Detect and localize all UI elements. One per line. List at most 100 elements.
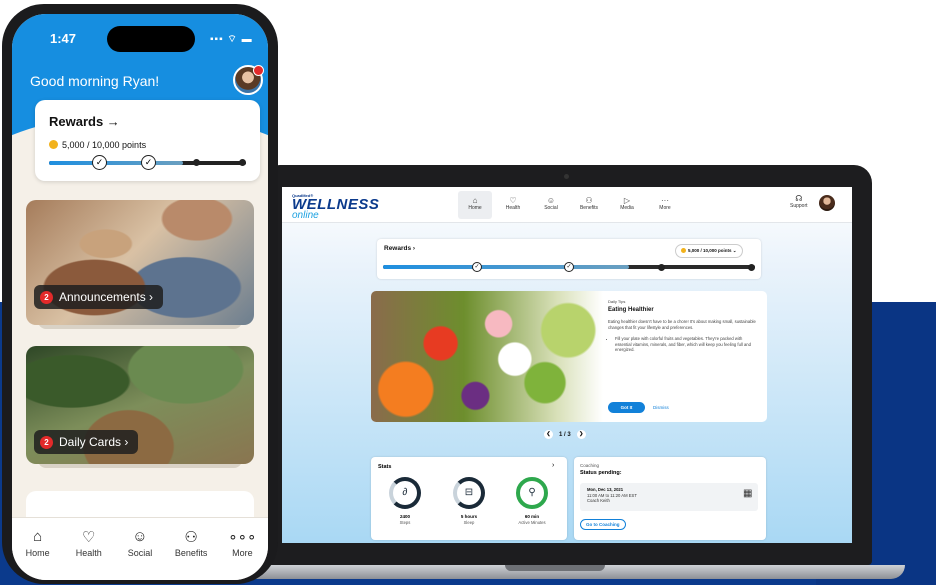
wellness-logo[interactable]: QuadMed® WELLNESS online bbox=[292, 193, 379, 221]
heart-icon: ♡ bbox=[82, 529, 96, 546]
coach-name: Coach Keith bbox=[587, 498, 610, 503]
check-icon: ✓ bbox=[92, 155, 107, 170]
daily-cards-chip[interactable]: 2 Daily Cards › bbox=[34, 430, 139, 454]
points-dropdown[interactable]: 5,000 / 10,000 points ⌄ bbox=[675, 244, 743, 258]
steps-label: Steps bbox=[399, 520, 411, 525]
vegetables-image bbox=[371, 291, 603, 422]
tip-body: Eating healthier doesn't have to be a ch… bbox=[608, 319, 756, 330]
more-icon: ∘∘∘ bbox=[228, 529, 257, 546]
nav-label: Health bbox=[505, 205, 521, 211]
appointment-time: 11:00 AM to 11:20 AM EST bbox=[587, 492, 637, 498]
tab-home[interactable]: ⌂ Home bbox=[15, 528, 61, 580]
laptop-base bbox=[205, 565, 905, 579]
profile-avatar[interactable] bbox=[233, 65, 264, 95]
play-icon: ▷ bbox=[623, 196, 631, 205]
home-icon: ⌂ bbox=[33, 528, 43, 545]
phone-rewards-card[interactable]: Rewards → 5,000 / 10,000 points ✓ ✓ bbox=[35, 100, 260, 181]
page-indicator: 1 / 3 bbox=[559, 431, 571, 438]
tab-benefits[interactable]: ⚇ Benefits bbox=[168, 528, 214, 580]
nav-media[interactable]: ▷ Media bbox=[610, 191, 644, 219]
steps-ring: ∂ bbox=[389, 477, 421, 509]
greeting: Good morning Ryan! bbox=[30, 73, 160, 89]
nav-label: Home bbox=[468, 205, 482, 211]
chevron-right-icon[interactable]: › bbox=[552, 462, 554, 469]
appointment-box: Mon, Dec 13, 2021 11:00 AM to 11:20 AM E… bbox=[580, 483, 758, 511]
nav-home[interactable]: ⌂ Home bbox=[458, 191, 492, 219]
active-value: 60 min bbox=[524, 514, 540, 519]
chevron-left-icon[interactable]: ❮ bbox=[544, 430, 553, 439]
coin-icon bbox=[681, 248, 686, 253]
announcements-chip[interactable]: 2 Announcements › bbox=[34, 285, 164, 309]
coaching-status: Status pending: bbox=[580, 470, 622, 476]
heart-icon: ♡ bbox=[509, 196, 517, 205]
stats-title: Stats bbox=[378, 464, 392, 470]
nav-label: Media bbox=[620, 205, 634, 211]
chevron-right-icon[interactable]: ❯ bbox=[576, 430, 586, 439]
logo-script: online bbox=[292, 210, 319, 221]
rewards-card[interactable]: Rewards › 5,000 / 10,000 points ⌄ ✓ ✓ bbox=[377, 239, 761, 279]
main-nav: ⌂ Home ♡ Health ☺ Social ⚇ Benefits ▷ Media ·… bbox=[458, 191, 682, 219]
tip-label: Daily Tips bbox=[608, 299, 626, 304]
laptop-frame: QuadMed® WELLNESS online ⌂ Home ♡ Health ☺… bbox=[262, 165, 872, 565]
tab-health[interactable]: ♡ Health bbox=[66, 528, 112, 580]
carousel-pager: ❮ 1 / 3 ❯ bbox=[544, 430, 586, 439]
avatar[interactable] bbox=[819, 195, 835, 211]
sleep-ring: ⊟ bbox=[453, 477, 485, 509]
sleep-label: Sleep bbox=[463, 520, 475, 525]
stats-card[interactable]: Stats › ∂ ⊟ ⚲ 2400 Steps 5 hours Sleep 6… bbox=[371, 457, 567, 540]
tab-label: More bbox=[232, 548, 253, 558]
tab-label: Home bbox=[25, 548, 50, 558]
points-label: 5,000 / 10,000 points ⌄ bbox=[688, 248, 737, 253]
rewards-title[interactable]: Rewards › bbox=[384, 245, 415, 252]
points-row: 5,000 / 10,000 points bbox=[49, 140, 146, 150]
got-it-button[interactable]: Got It bbox=[608, 402, 645, 413]
tab-social[interactable]: ☺ Social bbox=[117, 528, 163, 580]
phone-progress: ✓ ✓ bbox=[49, 155, 246, 170]
notification-badge: 2 bbox=[40, 436, 53, 449]
calendar-icon[interactable]: ▦ bbox=[743, 489, 752, 498]
appointment-date: Mon, Dec 13, 2021 bbox=[587, 487, 624, 492]
tab-bar: ⌂ Home ♡ Health ☺ Social ⚇ Benefits ∘∘∘ More bbox=[12, 517, 268, 580]
nav-label: Social bbox=[544, 205, 558, 211]
check-icon: ✓ bbox=[141, 155, 156, 170]
bed-icon: ⊟ bbox=[464, 487, 474, 498]
people-icon: ☺ bbox=[132, 528, 148, 545]
milestone-dot bbox=[658, 263, 665, 271]
check-icon: ✓ bbox=[564, 262, 574, 272]
phone-frame: 1:47 ▪▪▪ ⌔ ▬ Good morning Ryan! Rewards … bbox=[2, 4, 278, 584]
home-icon: ⌂ bbox=[472, 196, 478, 205]
nav-more[interactable]: ··· More bbox=[648, 191, 682, 219]
tip-bullet: Fill your plate with colorful fruits and… bbox=[615, 336, 758, 353]
milestone-dot bbox=[748, 263, 755, 271]
nav-label: More bbox=[659, 205, 671, 211]
tab-label: Health bbox=[75, 548, 102, 558]
people-icon: ☺ bbox=[546, 196, 556, 205]
milestone-dot bbox=[193, 159, 200, 166]
active-label: Active Minutes bbox=[518, 520, 546, 525]
nav-health[interactable]: ♡ Health bbox=[496, 191, 530, 219]
chip-label: Announcements › bbox=[59, 290, 154, 304]
dynamic-island bbox=[107, 26, 195, 52]
dismiss-button[interactable]: Dismiss bbox=[653, 405, 669, 410]
nav-social[interactable]: ☺ Social bbox=[534, 191, 568, 219]
steps-value: 2400 bbox=[399, 514, 410, 519]
headset-icon: ☊ bbox=[795, 194, 803, 203]
nav-benefits[interactable]: ⚇ Benefits bbox=[572, 191, 606, 219]
rewards-progress: ✓ ✓ bbox=[383, 262, 755, 272]
laptop-screen: QuadMed® WELLNESS online ⌂ Home ♡ Health ☺… bbox=[282, 187, 852, 543]
go-to-coaching-button[interactable]: Go to Coaching bbox=[580, 519, 626, 530]
progress-fill bbox=[49, 161, 183, 165]
support-button[interactable]: ☊ Support bbox=[790, 194, 808, 209]
check-icon: ✓ bbox=[472, 262, 482, 272]
progress-fill bbox=[383, 265, 629, 269]
walking-icon: ⚲ bbox=[528, 487, 536, 498]
more-icon: ··· bbox=[661, 196, 669, 205]
tab-label: Benefits bbox=[174, 548, 208, 558]
coin-icon bbox=[49, 140, 58, 149]
steps-icon: ∂ bbox=[402, 487, 408, 498]
rewards-title[interactable]: Rewards → bbox=[49, 114, 120, 129]
tab-more[interactable]: ∘∘∘ More bbox=[219, 528, 265, 580]
phone-screen: 1:47 ▪▪▪ ⌔ ▬ Good morning Ryan! Rewards … bbox=[12, 14, 268, 580]
tip-title: Eating Healthier bbox=[608, 307, 654, 313]
chip-label: Daily Cards › bbox=[59, 435, 129, 449]
